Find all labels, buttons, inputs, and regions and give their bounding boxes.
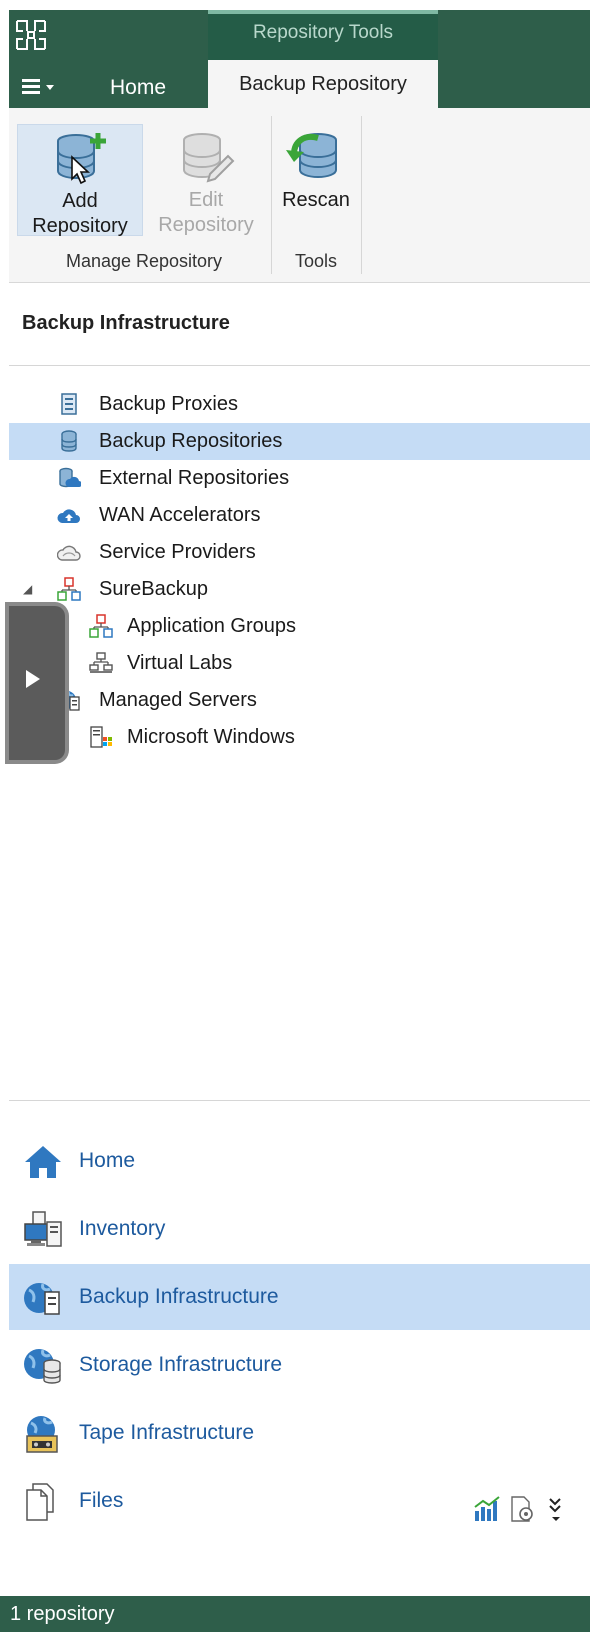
add-database-icon	[57, 133, 106, 185]
tree-item-label: SureBackup	[99, 578, 208, 600]
tree-item-managed-servers[interactable]: ◢ Managed Servers	[9, 682, 590, 719]
nav-button-label: Backup Infrastructure	[79, 1285, 279, 1308]
nav-button-files[interactable]: Files	[9, 1468, 590, 1534]
tree-item-label: Backup Repositories	[99, 430, 283, 452]
tree-item-backup-proxies[interactable]: Backup Proxies	[9, 386, 590, 423]
nav-title-separator	[9, 365, 590, 366]
tree-expander-icon[interactable]: ◢	[23, 571, 32, 608]
tree-item-application-groups[interactable]: Application Groups	[9, 608, 590, 645]
left-edge	[0, 0, 9, 1632]
hierarchy-icon	[89, 614, 113, 638]
main-menu-button[interactable]	[20, 74, 64, 104]
globe-tape-icon	[26, 1416, 58, 1453]
edit-database-icon	[183, 133, 235, 183]
globe-server-icon	[24, 1283, 60, 1315]
tree-item-label: Application Groups	[127, 615, 296, 637]
rescan-button[interactable]: Rescan	[271, 124, 361, 236]
tree-item-virtual-labs[interactable]: Virtual Labs	[9, 645, 590, 682]
tree-item-label: WAN Accelerators	[99, 504, 261, 526]
nav-button-label: Storage Infrastructure	[79, 1353, 283, 1376]
tree-item-label: External Repositories	[99, 467, 290, 489]
edit-repository-label-line1: Edit	[188, 189, 224, 211]
status-bar: 1 repository	[0, 1596, 590, 1632]
cloud-outline-icon	[57, 545, 81, 561]
app-logo-icon[interactable]	[14, 18, 48, 52]
nav-button-label: Tape Infrastructure	[79, 1421, 255, 1444]
add-repository-label-line2: Repository	[32, 215, 128, 237]
nav-button-label: Inventory	[79, 1217, 166, 1240]
house-icon	[25, 1146, 61, 1178]
tree-item-service-providers[interactable]: Service Providers	[9, 534, 590, 571]
ribbon-group-label-manage: Manage Repository	[65, 251, 223, 271]
rescan-database-icon	[286, 133, 337, 179]
statistics-icon[interactable]	[472, 1495, 502, 1523]
tree-item-label: Microsoft Windows	[127, 726, 295, 748]
nav-button-home[interactable]: Home	[9, 1128, 590, 1194]
computers-icon	[24, 1211, 62, 1247]
tab-backup-repository[interactable]: Backup Repository	[208, 60, 438, 108]
tree-item-label: Service Providers	[99, 541, 256, 563]
tab-home[interactable]: Home	[110, 76, 190, 106]
rescan-label: Rescan	[282, 189, 350, 211]
ribbon-group-separator	[361, 116, 362, 274]
nav-pane-title: Backup Infrastructure	[22, 312, 230, 334]
tree-item-backup-repositories[interactable]: Backup Repositories	[9, 423, 590, 460]
ribbon-panel: Add Repository Edit Repository Rescan Ma…	[9, 108, 590, 283]
hamburger-menu-icon	[22, 79, 54, 94]
nav-button-storage-infrastructure[interactable]: Storage Infrastructure	[9, 1332, 590, 1398]
expand-arrow-icon	[26, 670, 40, 688]
network-lab-icon	[89, 652, 113, 673]
more-options-icon[interactable]	[546, 1495, 566, 1523]
cloud-database-icon	[59, 467, 81, 488]
nav-button-backup-infrastructure[interactable]: Backup Infrastructure	[9, 1264, 590, 1330]
tree-item-label: Backup Proxies	[99, 393, 238, 415]
tree-item-microsoft-windows[interactable]: Microsoft Windows	[9, 719, 590, 756]
nav-button-tape-infrastructure[interactable]: Tape Infrastructure	[9, 1400, 590, 1466]
tree-item-label: Managed Servers	[99, 689, 257, 711]
top-strip	[0, 0, 590, 10]
nav-button-inventory[interactable]: Inventory	[9, 1196, 590, 1262]
add-repository-button[interactable]: Add Repository	[17, 124, 143, 237]
nav-button-label: Home	[79, 1149, 136, 1172]
add-repository-label-line1: Add	[62, 190, 98, 212]
tree-item-wan-accelerators[interactable]: WAN Accelerators	[9, 497, 590, 534]
edit-repository-button[interactable]: Edit Repository	[143, 124, 269, 236]
nav-pane-splitter[interactable]	[9, 1100, 590, 1101]
context-tab-group-label: Repository Tools	[252, 22, 394, 43]
settings-document-icon[interactable]	[508, 1495, 538, 1523]
edit-repository-label-line2: Repository	[158, 214, 254, 236]
tree-item-label: Virtual Labs	[127, 652, 233, 674]
database-icon	[61, 430, 77, 452]
windows-server-icon	[90, 726, 112, 748]
ribbon-group-label-tools: Tools	[294, 251, 338, 271]
hierarchy-icon	[57, 577, 81, 601]
tree-item-surebackup[interactable]: ◢ SureBackup	[9, 571, 590, 608]
globe-storage-icon	[24, 1349, 61, 1384]
files-icon	[26, 1483, 54, 1521]
server-icon	[61, 393, 77, 415]
status-text: 1 repository	[10, 1603, 115, 1625]
nav-button-label: Files	[79, 1489, 124, 1512]
cloud-accelerator-icon	[57, 509, 80, 523]
tree-item-external-repositories[interactable]: External Repositories	[9, 460, 590, 497]
